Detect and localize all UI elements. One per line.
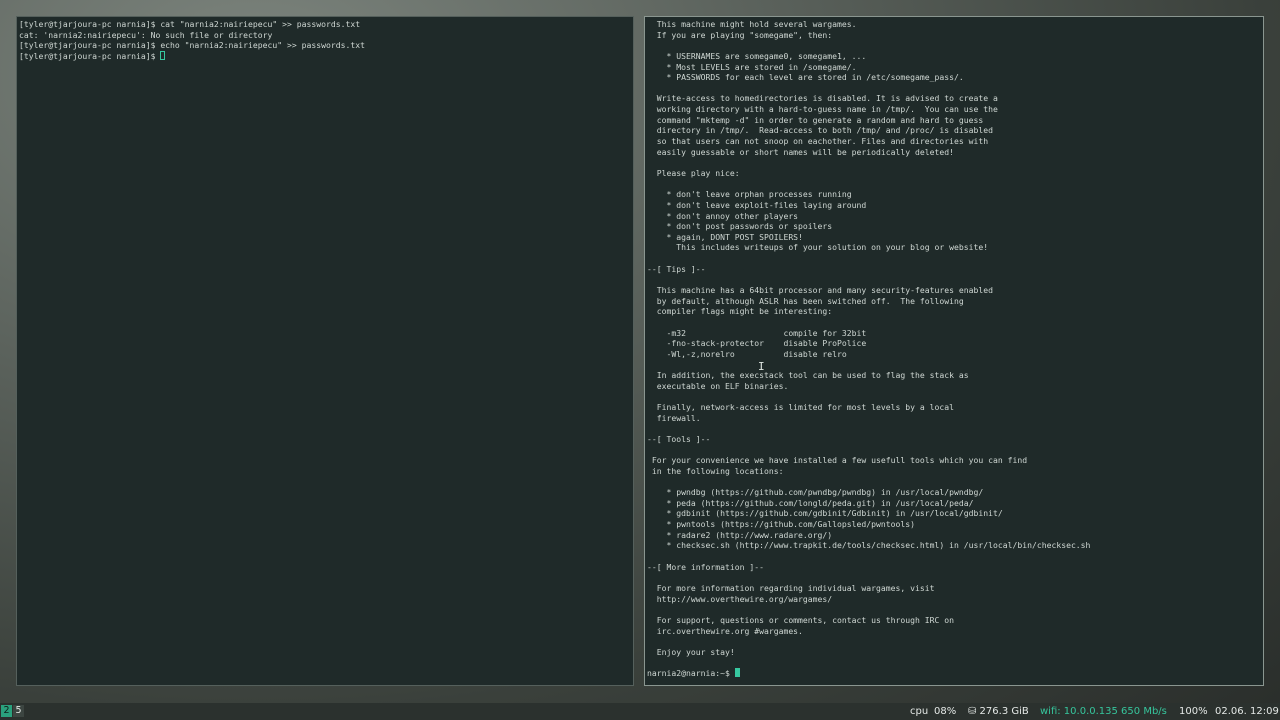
volume-level: 100% <box>1179 706 1208 717</box>
workspace-button[interactable]: 5 <box>13 705 24 717</box>
text-ibeam-cursor-icon: I <box>758 360 765 373</box>
terminal-line: executable on ELF binaries. <box>647 380 789 391</box>
terminal-line: working directory with a hard-to-guess n… <box>647 104 998 115</box>
terminal-line: [tyler@tjarjoura-pc narnia]$ echo "narni… <box>19 40 365 51</box>
left-terminal-window[interactable]: [tyler@tjarjoura-pc narnia]$ cat "narnia… <box>16 16 634 686</box>
right-terminal-output: This machine might hold several wargames… <box>647 19 1263 668</box>
terminal-line: [tyler@tjarjoura-pc narnia]$ cat "narnia… <box>19 19 361 29</box>
cpu-usage: 08% <box>934 706 957 717</box>
terminal-line: * gdbinit (https://github.com/gdbinit/Gd… <box>647 508 1003 519</box>
terminal-line: Enjoy your stay! <box>647 646 735 657</box>
terminal-line: * radare2 (http://www.radare.org/) <box>647 529 833 540</box>
terminal-line: directory in /tmp/. Read-access to both … <box>647 125 993 136</box>
terminal-line: Finally, network-access is limited for m… <box>647 402 954 413</box>
terminal-line: so that users can not snoop on eachother… <box>647 136 989 147</box>
terminal-line: Write-access to homedirectories is disab… <box>647 93 998 104</box>
cpu-label: cpu <box>910 706 929 717</box>
workspace-button-active[interactable]: 2 <box>1 705 12 717</box>
disk-free: ⛁ 276.3 GiB <box>968 706 1029 717</box>
terminal-line: command "mktemp -d" in order to generate… <box>647 114 984 125</box>
terminal-line: * pwndbg (https://github.com/pwndbg/pwnd… <box>647 487 984 498</box>
right-terminal-prompt: narnia2@narnia:~$ <box>647 668 735 679</box>
terminal-cursor-icon <box>734 668 740 678</box>
terminal-line: * PASSWORDS for each level are stored in… <box>647 72 964 83</box>
terminal-line: In addition, the execstack tool can be u… <box>647 370 969 381</box>
terminal-line: * don't post passwords or spoilers <box>647 221 833 232</box>
terminal-line: * pwntools (https://github.com/Gallopsle… <box>647 519 916 530</box>
terminal-line: compiler flags might be interesting: <box>647 306 833 317</box>
terminal-line: * don't leave orphan processes running <box>647 189 852 200</box>
terminal-line: * don't leave exploit-files laying aroun… <box>647 199 867 210</box>
terminal-line: For support, questions or comments, cont… <box>647 614 954 625</box>
terminal-line: This machine has a 64bit processor and m… <box>647 285 993 296</box>
terminal-line: * checksec.sh (http://www.trapkit.de/too… <box>647 540 1091 551</box>
terminal-line: For more information regarding individua… <box>647 582 935 593</box>
wifi-status: wifi: 10.0.0.135 650 Mb/s <box>1040 706 1167 717</box>
terminal-line: --[ Tips ]-- <box>647 263 706 274</box>
terminal-line: cat: 'narnia2:nairiepecu': No such file … <box>19 29 273 40</box>
terminal-line: * peda (https://github.com/longld/peda.g… <box>647 497 974 508</box>
terminal-line: * USERNAMES are somegame0, somegame1, ..… <box>647 50 867 61</box>
terminal-line: --[ More information ]-- <box>647 561 764 572</box>
terminal-line: For your convenience we have installed a… <box>647 455 1028 466</box>
terminal-line: --[ Tools ]-- <box>647 433 711 444</box>
terminal-line: easily guessable or short names will be … <box>647 146 954 157</box>
terminal-line: * don't annoy other players <box>647 210 799 221</box>
terminal-line: http://www.overthewire.org/wargames/ <box>647 593 833 604</box>
left-terminal-prompt-line[interactable]: [tyler@tjarjoura-pc narnia]$ <box>19 50 633 62</box>
terminal-line: in the following locations: <box>647 465 784 476</box>
terminal-line: Please play nice: <box>647 167 740 178</box>
terminal-line: * Most LEVELS are stored in /somegame/. <box>647 61 857 72</box>
clock: 02.06. 12:09 <box>1215 706 1279 717</box>
terminal-line: firewall. <box>647 412 701 423</box>
terminal-line: by default, although ASLR has been switc… <box>647 295 964 306</box>
status-bar: 2 5 cpu 08% ⛁ 276.3 GiB wifi: 10.0.0.135… <box>0 703 1280 720</box>
terminal-line: irc.overthewire.org #wargames. <box>647 625 803 636</box>
terminal-line: This machine might hold several wargames… <box>647 19 857 29</box>
terminal-line: If you are playing "somegame", then: <box>647 29 833 40</box>
terminal-line: -fno-stack-protector disable ProPolice <box>647 338 867 349</box>
right-terminal-window[interactable]: This machine might hold several wargames… <box>644 16 1264 686</box>
right-terminal-prompt-line[interactable]: narnia2@narnia:~$ <box>647 668 1263 679</box>
left-terminal-output: [tyler@tjarjoura-pc narnia]$ cat "narnia… <box>19 19 633 51</box>
terminal-cursor-icon <box>160 50 166 60</box>
terminal-line: This includes writeups of your solution … <box>647 242 989 253</box>
terminal-line: * again, DONT POST SPOILERS! <box>647 231 803 242</box>
terminal-line: -m32 compile for 32bit <box>647 327 867 338</box>
left-terminal-prompt: [tyler@tjarjoura-pc narnia]$ <box>19 50 161 61</box>
terminal-line: -Wl,-z,norelro disable relro <box>647 348 847 359</box>
